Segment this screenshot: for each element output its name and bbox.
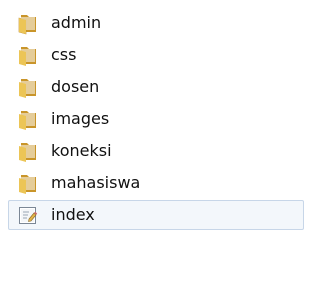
folder-icon [16, 43, 40, 67]
file-item-label: admin [51, 13, 102, 32]
folder-icon [16, 107, 40, 131]
file-item-label: mahasiswa [51, 173, 141, 192]
file-item-label: koneksi [51, 141, 112, 160]
file-item-index[interactable]: index [8, 200, 304, 230]
document-icon [16, 203, 40, 227]
file-item-label: dosen [51, 77, 100, 96]
file-item-images[interactable]: images [8, 104, 304, 134]
file-item-label: css [51, 45, 77, 64]
file-item-dosen[interactable]: dosen [8, 72, 304, 102]
file-item-mahasiswa[interactable]: mahasiswa [8, 168, 304, 198]
file-list: admin css dosen images koneksi mahasiswa… [0, 0, 307, 298]
file-item-admin[interactable]: admin [8, 8, 304, 38]
file-item-css[interactable]: css [8, 40, 304, 70]
file-item-label: images [51, 109, 110, 128]
folder-icon [16, 11, 40, 35]
file-item-koneksi[interactable]: koneksi [8, 136, 304, 166]
folder-icon [16, 139, 40, 163]
folder-icon [16, 75, 40, 99]
folder-icon [16, 171, 40, 195]
file-item-label: index [51, 205, 95, 224]
